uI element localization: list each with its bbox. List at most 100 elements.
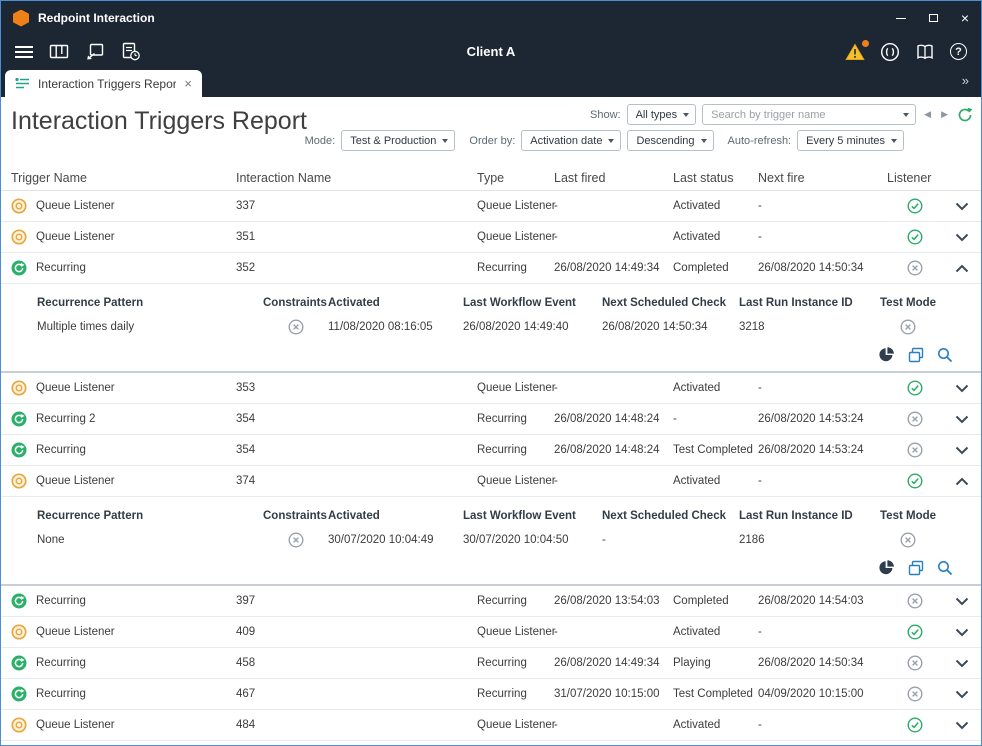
trigger-row[interactable]: Recurring 352 Recurring 26/08/2020 14:49… [1, 253, 981, 284]
detail-col-recurrence-pattern: Recurrence Pattern [37, 292, 263, 314]
last-fired: 26/08/2020 14:49:34 [554, 657, 673, 669]
popout-window-icon[interactable] [85, 42, 105, 61]
last-status: Test Completed [673, 444, 758, 456]
column-header-last-fired: Last fired [554, 171, 673, 185]
search-input[interactable] [709, 108, 897, 122]
nav-back-button[interactable]: ◀ [922, 109, 933, 120]
alerts-button[interactable] [845, 43, 865, 61]
queue-listener-icon [11, 229, 27, 245]
constraints-value [263, 527, 328, 553]
detail-col-recurrence-pattern: Recurrence Pattern [37, 505, 263, 527]
mode-select[interactable]: Test & Production [341, 130, 455, 151]
trigger-name: Queue Listener [36, 382, 115, 394]
expand-chevron-icon[interactable] [953, 595, 971, 608]
chevron-down-icon [701, 139, 707, 143]
copy-icon[interactable] [908, 347, 924, 363]
trigger-name-cell: Queue Listener [11, 717, 236, 733]
refresh-icon[interactable] [956, 106, 974, 124]
expand-cell [942, 595, 981, 608]
last-status: Completed [673, 595, 758, 607]
order-by-value: Activation date [530, 135, 602, 147]
detail-col-last-workflow-event: Last Workflow Event [463, 505, 602, 527]
next-fire: - [758, 231, 887, 243]
expand-chevron-icon[interactable] [953, 413, 971, 426]
expand-chevron-icon[interactable] [953, 262, 971, 275]
sort-direction-select[interactable]: Descending [627, 130, 713, 151]
trigger-row[interactable]: Recurring 397 Recurring 26/08/2020 13:54… [1, 586, 981, 617]
toolbar-left-group [15, 42, 141, 61]
nav-forward-button[interactable]: ▶ [939, 109, 950, 120]
listener-cell [887, 198, 942, 214]
book-icon[interactable] [915, 43, 935, 61]
trigger-row[interactable]: Queue Listener 353 Queue Listener - Acti… [1, 373, 981, 404]
copy-icon[interactable] [908, 560, 924, 576]
test-mode-off-icon [900, 532, 916, 548]
expand-chevron-icon[interactable] [953, 626, 971, 639]
magnifier-icon[interactable] [937, 347, 953, 363]
minimize-button[interactable] [885, 1, 917, 35]
trigger-row[interactable]: Queue Listener 484 Queue Listener - Acti… [1, 710, 981, 741]
tab-overflow-button[interactable]: » [962, 73, 969, 88]
client-name-label: Client A [467, 44, 516, 59]
trigger-row[interactable]: Recurring 467 Recurring 31/07/2020 10:15… [1, 679, 981, 710]
detail-col-constraints: Constraints [263, 292, 328, 314]
expand-cell [942, 444, 981, 457]
pie-chart-icon[interactable] [878, 346, 895, 363]
menu-icon[interactable] [15, 46, 33, 58]
help-button[interactable]: ? [950, 43, 967, 60]
expand-cell [942, 657, 981, 670]
trigger-row[interactable]: Queue Listener 351 Queue Listener - Acti… [1, 222, 981, 253]
listener-cell [887, 229, 942, 245]
trigger-row[interactable]: Recurring 2 354 Recurring 26/08/2020 14:… [1, 404, 981, 435]
tab-close-button[interactable]: × [184, 76, 192, 91]
trigger-type: Queue Listener [477, 231, 554, 243]
connections-icon[interactable] [880, 42, 900, 62]
listener-inactive-icon [907, 442, 923, 458]
listener-inactive-icon [907, 260, 923, 276]
order-by-select[interactable]: Activation date [521, 130, 621, 151]
listener-active-icon [907, 624, 923, 640]
expand-chevron-icon[interactable] [953, 719, 971, 732]
chevron-down-icon [683, 113, 689, 117]
document-clock-icon[interactable] [121, 42, 141, 61]
trigger-name: Recurring [36, 262, 86, 274]
trigger-row[interactable]: Queue Listener 374 Queue Listener - Acti… [1, 466, 981, 497]
expand-chevron-icon[interactable] [953, 475, 971, 488]
expand-chevron-icon[interactable] [953, 444, 971, 457]
help-icon: ? [950, 43, 967, 60]
auto-refresh-select[interactable]: Every 5 minutes [797, 130, 904, 151]
recurring-icon [11, 655, 27, 671]
listener-cell [887, 380, 942, 396]
trigger-search-combo[interactable] [702, 104, 916, 125]
trigger-row[interactable]: Recurring 354 Recurring 26/08/2020 14:48… [1, 435, 981, 466]
maximize-button[interactable] [917, 1, 949, 35]
pie-chart-icon[interactable] [878, 559, 895, 576]
expand-chevron-icon[interactable] [953, 688, 971, 701]
close-button[interactable]: × [949, 1, 981, 35]
tab-interaction-triggers-report[interactable]: Interaction Triggers Report × [5, 70, 202, 97]
app-window: Redpoint Interaction × Client A [0, 0, 982, 746]
detail-actions [1, 340, 981, 371]
expand-chevron-icon[interactable] [953, 200, 971, 213]
trigger-row[interactable]: Recurring 458 Recurring 26/08/2020 14:49… [1, 648, 981, 679]
expand-cell [942, 382, 981, 395]
last-fired: - [554, 231, 673, 243]
expand-chevron-icon[interactable] [953, 657, 971, 670]
trigger-name-cell: Queue Listener [11, 198, 236, 214]
magnifier-icon[interactable] [937, 560, 953, 576]
detail-actions [1, 553, 981, 584]
alert-badge [862, 40, 869, 47]
expand-chevron-icon[interactable] [953, 382, 971, 395]
interaction-name: 353 [236, 382, 477, 394]
listener-cell [887, 411, 942, 427]
trigger-row[interactable]: Queue Listener 337 Queue Listener - Acti… [1, 191, 981, 222]
next-fire: 26/08/2020 14:53:24 [758, 444, 887, 456]
show-type-select[interactable]: All types [627, 104, 697, 125]
trigger-name-cell: Queue Listener [11, 473, 236, 489]
expand-cell [942, 475, 981, 488]
trigger-row[interactable]: Queue Listener 409 Queue Listener - Acti… [1, 617, 981, 648]
listener-cell [887, 686, 942, 702]
kanban-board-icon[interactable] [49, 43, 69, 61]
last-fired: 26/08/2020 14:48:24 [554, 444, 673, 456]
expand-chevron-icon[interactable] [953, 231, 971, 244]
